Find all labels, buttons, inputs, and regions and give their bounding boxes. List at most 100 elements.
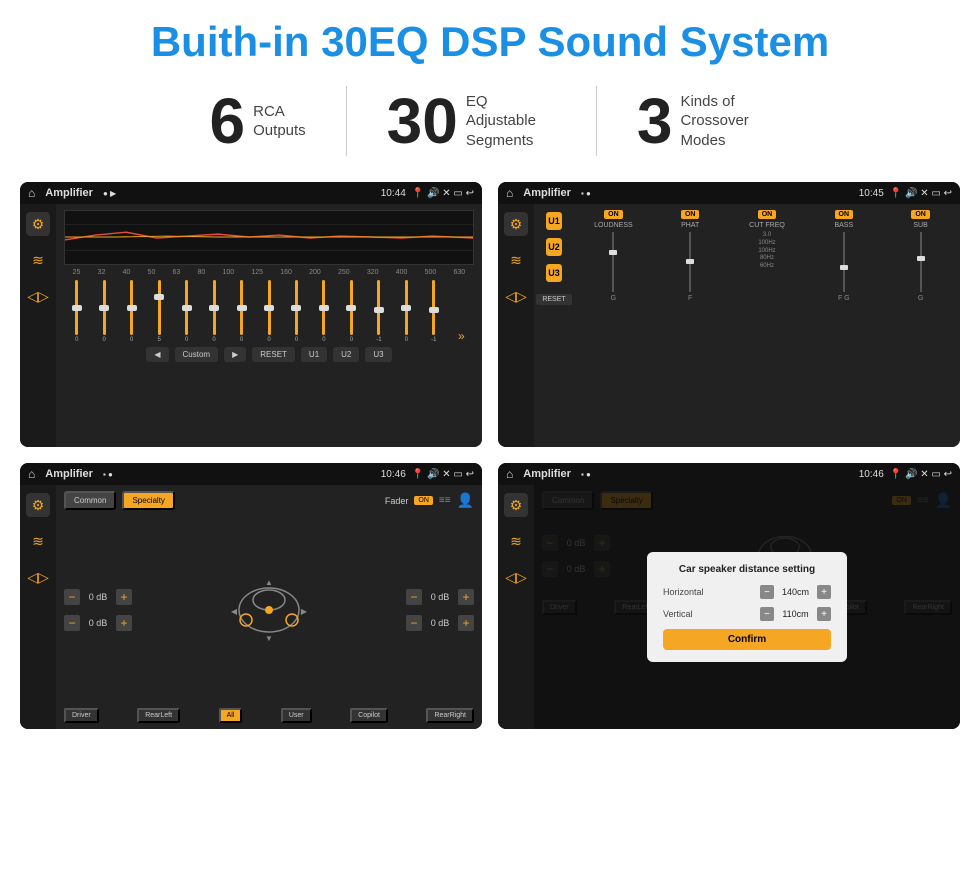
- eq-icon-2[interactable]: ⚙: [504, 212, 528, 236]
- wave-icon-1[interactable]: ≋: [26, 248, 50, 272]
- status-time-2: 10:45: [859, 188, 884, 199]
- u2-button[interactable]: U2: [546, 238, 562, 256]
- page-title: Buith-in 30EQ DSP Sound System: [0, 0, 980, 76]
- status-time-1: 10:44: [381, 188, 406, 199]
- eq-reset-btn[interactable]: RESET: [252, 347, 295, 362]
- eq-sliders: 0 0 0 5: [64, 278, 474, 343]
- eq-slider-11[interactable]: -1: [366, 280, 391, 343]
- eq-slider-5[interactable]: 0: [201, 280, 226, 343]
- vertical-minus[interactable]: −: [760, 607, 774, 621]
- eq-footer: ◀ Custom ▶ RESET U1 U2 U3: [64, 347, 474, 362]
- svg-text:▶: ▶: [301, 607, 308, 616]
- db-plus-bl[interactable]: +: [116, 615, 132, 631]
- cutfreq-on[interactable]: ON: [758, 210, 777, 219]
- wave-icon-4[interactable]: ≋: [504, 529, 528, 553]
- db-row-bottom-left: − 0 dB +: [64, 615, 132, 631]
- u1-button[interactable]: U1: [546, 212, 562, 230]
- eq-prev-btn[interactable]: ◀: [146, 347, 168, 362]
- eq-custom-btn[interactable]: Custom: [175, 347, 219, 362]
- db-row-top-left: − 0 dB +: [64, 589, 132, 605]
- eq-slider-7[interactable]: 0: [256, 280, 281, 343]
- loudness-on[interactable]: ON: [604, 210, 623, 219]
- db-minus-tr[interactable]: −: [406, 589, 422, 605]
- car-diagram: ▲ ▼ ◀ ▶: [224, 565, 314, 655]
- vertical-row: Vertical − 110cm +: [663, 607, 831, 621]
- eq-u2-btn[interactable]: U2: [333, 347, 359, 362]
- rearleft-btn-3[interactable]: RearLeft: [137, 708, 180, 723]
- speaker-icon-4[interactable]: ◁▷: [504, 565, 528, 589]
- fader-on-toggle[interactable]: ON: [414, 496, 433, 505]
- screen-eq: ⌂ Amplifier ● ▶ 10:44 📍 🔊 ✕ ▭ ↩ ⚙ ≋ ◁▷: [20, 182, 482, 447]
- wave-icon-2[interactable]: ≋: [504, 248, 528, 272]
- eq-slider-13[interactable]: -1: [421, 280, 446, 343]
- status-bar-1: ⌂ Amplifier ● ▶ 10:44 📍 🔊 ✕ ▭ ↩: [20, 182, 482, 204]
- eq-slider-6[interactable]: 0: [229, 280, 254, 343]
- eq-slider-10[interactable]: 0: [339, 280, 364, 343]
- bass-on[interactable]: ON: [835, 210, 854, 219]
- dialog-main-area: Common Specialty ON ≡≡ 👤 − 0 dB +: [534, 485, 960, 728]
- db-row-top-right: − 0 dB +: [406, 589, 474, 605]
- app-name-3: Amplifier: [45, 468, 93, 480]
- svg-text:▼: ▼: [265, 634, 273, 643]
- eq-slider-0[interactable]: 0: [64, 280, 89, 343]
- eq-icon-3[interactable]: ⚙: [26, 493, 50, 517]
- copilot-btn-3[interactable]: Copilot: [350, 708, 388, 723]
- user-btn-3[interactable]: User: [281, 708, 312, 723]
- horizontal-value: 140cm: [778, 587, 813, 597]
- side-icons-4: ⚙ ≋ ◁▷: [498, 485, 534, 728]
- eq-slider-12[interactable]: 0: [394, 280, 419, 343]
- eq-play-btn[interactable]: ▶: [224, 347, 246, 362]
- speaker-icon-2[interactable]: ◁▷: [504, 284, 528, 308]
- eq-more[interactable]: »: [449, 309, 474, 343]
- specialty-tab-3[interactable]: Specialty: [122, 491, 174, 510]
- loudness-label: LOUDNESS: [594, 222, 633, 229]
- eq-slider-4[interactable]: 0: [174, 280, 199, 343]
- sub-on[interactable]: ON: [911, 210, 930, 219]
- speaker-icon-3[interactable]: ◁▷: [26, 565, 50, 589]
- u3-button[interactable]: U3: [546, 264, 562, 282]
- all-btn-3[interactable]: All: [219, 708, 243, 723]
- horizontal-minus[interactable]: −: [760, 585, 774, 599]
- horizontal-control: − 140cm +: [760, 585, 831, 599]
- wave-icon-3[interactable]: ≋: [26, 529, 50, 553]
- status-bar-2: ⌂ Amplifier ▪ ● 10:45 📍 🔊 ✕ ▭ ↩: [498, 182, 960, 204]
- db-minus-bl[interactable]: −: [64, 615, 80, 631]
- cx-reset-btn[interactable]: RESET: [536, 294, 571, 305]
- db-plus-tl[interactable]: +: [116, 589, 132, 605]
- db-value-br: 0 dB: [426, 618, 454, 628]
- common-tab-3[interactable]: Common: [64, 491, 116, 510]
- screen-dialog: ⌂ Amplifier ▪ ● 10:46 📍 🔊 ✕ ▭ ↩ ⚙ ≋ ◁▷ C…: [498, 463, 960, 728]
- app-name-4: Amplifier: [523, 468, 571, 480]
- fader-person-icon[interactable]: 👤: [457, 492, 474, 509]
- driver-btn-3[interactable]: Driver: [64, 708, 99, 723]
- stat-rca-label: RCAOutputs: [253, 102, 306, 141]
- eq-u1-btn[interactable]: U1: [301, 347, 327, 362]
- phat-label: PHAT: [681, 222, 699, 229]
- status-time-3: 10:46: [381, 469, 406, 480]
- eq-slider-1[interactable]: 0: [91, 280, 116, 343]
- eq-icon-1[interactable]: ⚙: [26, 212, 50, 236]
- confirm-button[interactable]: Confirm: [663, 629, 831, 650]
- db-minus-br[interactable]: −: [406, 615, 422, 631]
- eq-slider-3[interactable]: 5: [146, 280, 171, 343]
- status-bar-3: ⌂ Amplifier ▪ ● 10:46 📍 🔊 ✕ ▭ ↩: [20, 463, 482, 485]
- db-plus-br[interactable]: +: [458, 615, 474, 631]
- eq-u3-btn[interactable]: U3: [365, 347, 391, 362]
- stat-eq-label: EQ AdjustableSegments: [466, 92, 556, 151]
- eq-icon-4[interactable]: ⚙: [504, 493, 528, 517]
- stat-rca-number: 6: [210, 89, 246, 153]
- phat-on[interactable]: ON: [681, 210, 700, 219]
- horizontal-plus[interactable]: +: [817, 585, 831, 599]
- eq-graph: [64, 210, 474, 265]
- db-plus-tr[interactable]: +: [458, 589, 474, 605]
- horizontal-label: Horizontal: [663, 587, 704, 597]
- rearright-btn-3[interactable]: RearRight: [426, 708, 474, 723]
- stat-rca: 6 RCAOutputs: [170, 89, 346, 153]
- eq-slider-9[interactable]: 0: [311, 280, 336, 343]
- eq-slider-8[interactable]: 0: [284, 280, 309, 343]
- db-minus-tl[interactable]: −: [64, 589, 80, 605]
- eq-slider-2[interactable]: 0: [119, 280, 144, 343]
- speaker-icon-1[interactable]: ◁▷: [26, 284, 50, 308]
- sub-label: SUB: [913, 222, 927, 229]
- vertical-plus[interactable]: +: [817, 607, 831, 621]
